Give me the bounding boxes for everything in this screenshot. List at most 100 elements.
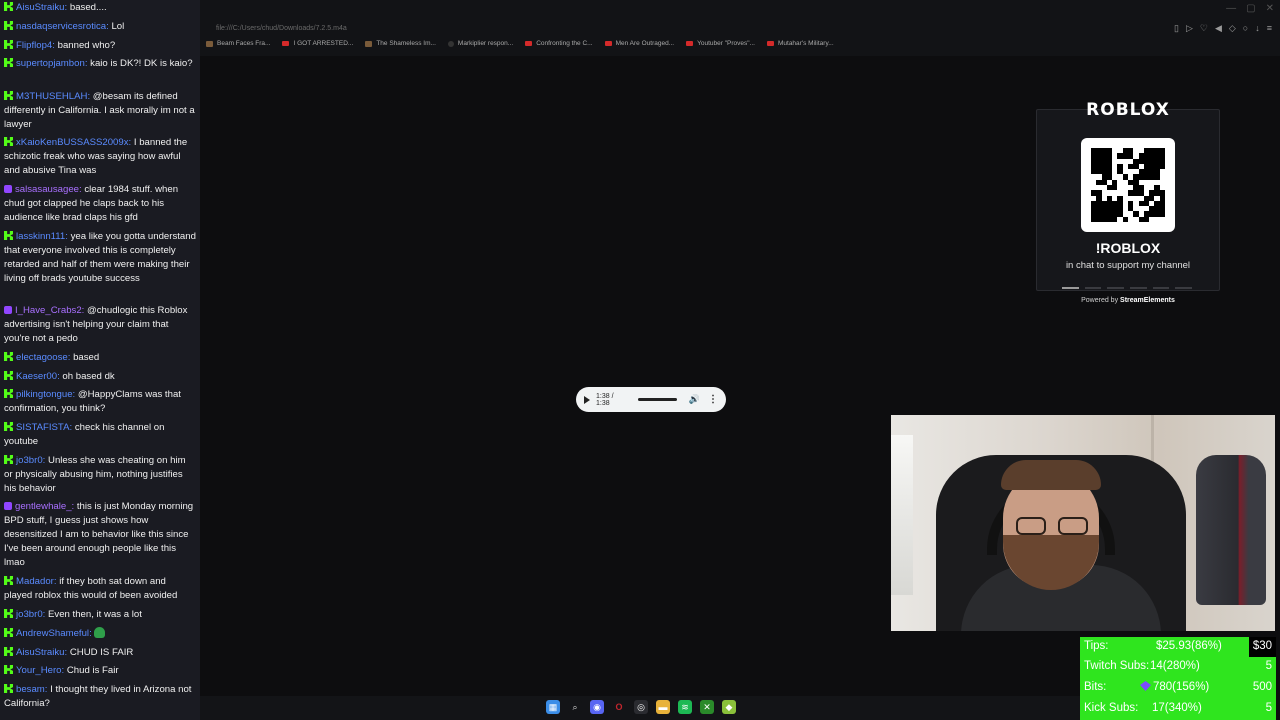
chat-username[interactable]: AisuStraiku bbox=[16, 2, 65, 13]
bookmark-item[interactable]: Confronting the C... bbox=[525, 40, 593, 47]
chat-username[interactable]: besam bbox=[16, 684, 45, 695]
chat-username[interactable]: Your_Hero bbox=[16, 665, 62, 676]
chat-text: banned who? bbox=[57, 40, 116, 51]
chat-message: pilkingtongue: @HappyClams was that conf… bbox=[4, 389, 181, 414]
taskbar: ▦ ⌕ ◉ O ◎ ▬ ≋ ✕ ◆ bbox=[200, 696, 1080, 720]
bookmark-label: The Shameless Im... bbox=[376, 40, 436, 47]
chat-username[interactable]: AndrewShameful bbox=[16, 628, 89, 639]
search-icon[interactable]: ⌕ bbox=[568, 700, 582, 714]
bookmark-icon[interactable]: ▯ bbox=[1174, 23, 1179, 34]
chat-username[interactable]: gentlewhale_ bbox=[15, 501, 72, 512]
play-button-icon[interactable] bbox=[584, 395, 590, 404]
address-bar[interactable]: file:///C:/Users/chud/Downloads/7.2.5.m4… bbox=[200, 22, 1280, 36]
app-icon[interactable]: ◆ bbox=[722, 700, 736, 714]
bookmarks-bar: Beam Faces Fra... I GOT ARRESTED... The Sh… bbox=[206, 40, 834, 47]
goal-target: $30 bbox=[1252, 640, 1272, 652]
goal-value: 14(280%) bbox=[1150, 660, 1200, 672]
chat-username[interactable]: jo3br0 bbox=[16, 455, 43, 466]
kick-badge-icon bbox=[4, 231, 13, 240]
chat-message: Kaeser00: oh based dk bbox=[4, 370, 196, 384]
close-icon[interactable]: ✕ bbox=[1266, 3, 1274, 14]
chat-username[interactable]: supertopjambon bbox=[16, 58, 85, 69]
kick-badge-icon bbox=[4, 665, 13, 674]
chat-username[interactable]: AisuStraiku bbox=[16, 647, 65, 658]
more-options-icon[interactable]: ⋮ bbox=[708, 394, 718, 405]
chat-username[interactable]: SISTAFISTA bbox=[16, 422, 69, 433]
heart-icon[interactable]: ♡ bbox=[1200, 23, 1208, 34]
chat-username[interactable]: pilkingtongue bbox=[16, 389, 73, 400]
bookmark-item[interactable]: Youtuber "Proves"... bbox=[686, 40, 755, 47]
chat-username[interactable]: nasdaqservicesrotica bbox=[16, 21, 106, 32]
chat-text: Even then, it was a lot bbox=[48, 609, 142, 620]
spotify-icon[interactable]: ≋ bbox=[678, 700, 692, 714]
windows-start-icon[interactable]: ▦ bbox=[546, 700, 560, 714]
window-controls: — ▢ ✕ bbox=[1226, 3, 1274, 14]
bookmark-label: Beam Faces Fra... bbox=[217, 40, 271, 47]
speaker-icon[interactable]: ◀ bbox=[1215, 23, 1222, 34]
goal-target: 500 bbox=[1252, 681, 1272, 693]
play-icon[interactable]: ▷ bbox=[1186, 23, 1193, 34]
discord-icon[interactable]: ◉ bbox=[590, 700, 604, 714]
chat-message: Your_Hero: Chud is Fair bbox=[4, 664, 196, 678]
goal-label: Kick Subs: bbox=[1084, 702, 1139, 714]
chat-username[interactable]: Madador bbox=[16, 576, 54, 587]
opera-icon[interactable]: O bbox=[612, 700, 626, 714]
minimize-icon[interactable]: — bbox=[1226, 3, 1236, 14]
chat-message: AisuStraiku: CHUD IS FAIR bbox=[4, 646, 196, 660]
chat-message: supertopjambon: kaio is DK?! DK is kaio? bbox=[4, 57, 196, 71]
site-icon bbox=[447, 40, 454, 47]
volume-icon[interactable]: 🔊 bbox=[689, 394, 700, 405]
chat-username[interactable]: Flipflop4 bbox=[16, 40, 52, 51]
rotation-progress bbox=[1062, 287, 1193, 289]
goal-value: 780(156%) bbox=[1140, 681, 1209, 693]
bookmark-item[interactable]: I GOT ARRESTED... bbox=[282, 40, 353, 47]
kick-badge-icon bbox=[4, 137, 13, 146]
chat-username[interactable]: salsasausagee bbox=[15, 184, 79, 195]
kick-badge-icon bbox=[4, 21, 13, 30]
bookmark-item[interactable]: The Shameless Im... bbox=[365, 40, 436, 47]
seek-bar[interactable] bbox=[638, 398, 677, 401]
browser-chrome: — ▢ ✕ file:///C:/Users/chud/Downloads/7.… bbox=[200, 0, 1280, 56]
chat-username[interactable]: jo3br0 bbox=[16, 609, 43, 620]
kick-badge-icon bbox=[4, 389, 13, 398]
chat-username[interactable]: Kaeser00 bbox=[16, 371, 57, 382]
chat-message: jo3br0: Even then, it was a lot bbox=[4, 608, 196, 622]
profile-icon[interactable]: ○ bbox=[1243, 23, 1248, 34]
bookmark-item[interactable]: Markiplier respon... bbox=[447, 40, 514, 47]
chat-message: AisuStraiku: based.... bbox=[4, 1, 196, 15]
chrome-icon[interactable]: ◎ bbox=[634, 700, 648, 714]
bookmark-label: Markiplier respon... bbox=[457, 40, 514, 47]
file-explorer-icon[interactable]: ▬ bbox=[656, 700, 670, 714]
kick-badge-icon bbox=[4, 609, 13, 618]
chat-text: based bbox=[73, 352, 100, 363]
chat-username[interactable]: electagoose bbox=[16, 352, 68, 363]
chat-text: kaio is DK?! DK is kaio? bbox=[90, 58, 193, 69]
goal-row: Tips: $25.93(86%) $30 bbox=[1080, 637, 1276, 657]
chat-username[interactable]: I_Have_Crabs2 bbox=[15, 305, 82, 316]
roblox-logo: ROBLOX bbox=[1086, 100, 1170, 120]
site-icon bbox=[206, 40, 213, 47]
bookmark-item[interactable]: Men Are Outraged... bbox=[604, 40, 674, 47]
site-icon bbox=[365, 40, 373, 47]
chat-message: AndrewShameful: bbox=[4, 627, 196, 641]
chat-message: jo3br0: Unless she was cheating on him o… bbox=[4, 455, 186, 494]
chat-username[interactable]: lasskinn111 bbox=[16, 231, 65, 242]
maximize-icon[interactable]: ▢ bbox=[1246, 3, 1255, 14]
chat-username[interactable]: M3THUSEHLAH bbox=[16, 91, 87, 102]
menu-icon[interactable]: ≡ bbox=[1267, 23, 1272, 34]
chat-username[interactable]: xKaioKenBUSSASS2009x bbox=[16, 137, 129, 148]
youtube-icon bbox=[766, 41, 774, 46]
download-icon[interactable]: ↓ bbox=[1255, 23, 1260, 34]
chat-text: based.... bbox=[69, 2, 107, 13]
xbox-icon[interactable]: ✕ bbox=[700, 700, 714, 714]
roblox-widget: ROBLOX !ROBLOX in chat to support my cha… bbox=[1036, 96, 1220, 304]
bookmark-item[interactable]: Beam Faces Fra... bbox=[206, 40, 270, 47]
chat-text: Chud is Fair bbox=[66, 665, 119, 676]
chat-message: besam: I thought they lived in Arizona n… bbox=[4, 684, 192, 709]
audio-player[interactable]: 1:38 / 1:38 🔊 ⋮ bbox=[576, 387, 726, 412]
webcam-feed bbox=[891, 415, 1275, 631]
bookmark-item[interactable]: Mutahar's Military... bbox=[766, 40, 834, 47]
kick-badge-icon bbox=[4, 371, 13, 380]
extension-icon[interactable]: ◇ bbox=[1229, 23, 1236, 34]
chat-message: gentlewhale_: this is just Monday mornin… bbox=[4, 501, 194, 568]
